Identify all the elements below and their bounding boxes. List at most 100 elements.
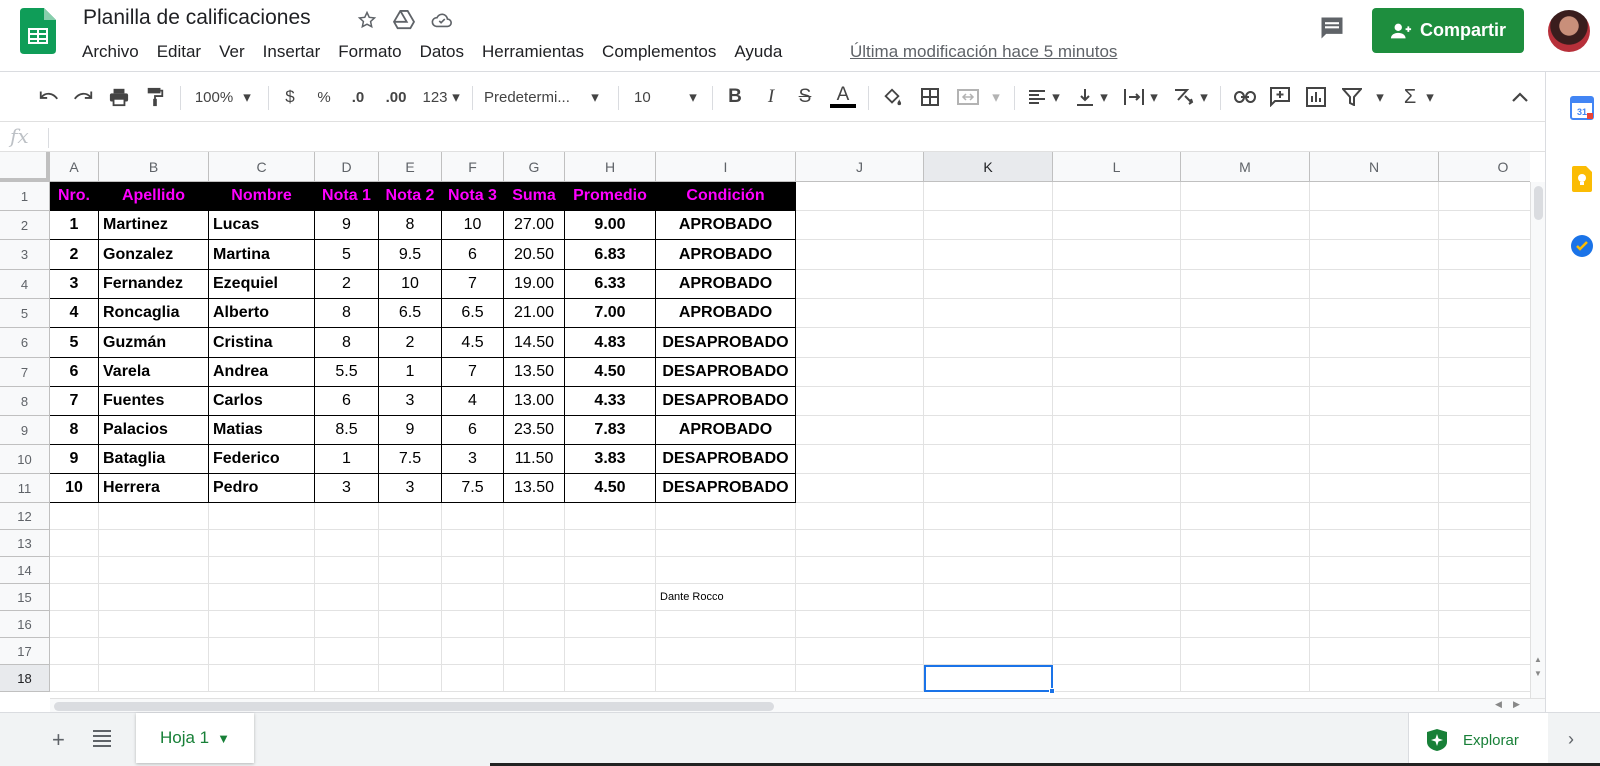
cell-h9[interactable]: 7.83 bbox=[565, 416, 656, 445]
cell-n1[interactable] bbox=[1310, 182, 1439, 211]
cell-o17[interactable] bbox=[1439, 638, 1530, 665]
cell-e4[interactable]: 10 bbox=[379, 270, 442, 299]
cell-m10[interactable] bbox=[1181, 445, 1310, 474]
column-header-o[interactable]: O bbox=[1439, 152, 1530, 182]
increase-decimal-button[interactable]: .00 bbox=[382, 84, 410, 110]
row-header-5[interactable]: 5 bbox=[0, 299, 50, 328]
column-header-h[interactable]: H bbox=[565, 152, 656, 182]
column-header-n[interactable]: N bbox=[1310, 152, 1439, 182]
cell-g8[interactable]: 13.00 bbox=[504, 387, 565, 416]
cell-c18[interactable] bbox=[209, 665, 315, 692]
cell-o8[interactable] bbox=[1439, 387, 1530, 416]
last-modified-link[interactable]: Última modificación hace 5 minutos bbox=[850, 42, 1117, 62]
calendar-icon[interactable]: 31 bbox=[1570, 96, 1594, 120]
cell-d8[interactable]: 6 bbox=[315, 387, 379, 416]
cell-e10[interactable]: 7.5 bbox=[379, 445, 442, 474]
cell-f9[interactable]: 6 bbox=[442, 416, 504, 445]
cell-b13[interactable] bbox=[99, 530, 209, 557]
cell-c5[interactable]: Alberto bbox=[209, 299, 315, 328]
cell-n3[interactable] bbox=[1310, 240, 1439, 270]
cell-o16[interactable] bbox=[1439, 611, 1530, 638]
cell-f8[interactable]: 4 bbox=[442, 387, 504, 416]
cell-n12[interactable] bbox=[1310, 503, 1439, 530]
cell-l5[interactable] bbox=[1053, 299, 1181, 328]
cell-b7[interactable]: Varela bbox=[99, 358, 209, 387]
cell-o7[interactable] bbox=[1439, 358, 1530, 387]
cell-n13[interactable] bbox=[1310, 530, 1439, 557]
cell-e15[interactable] bbox=[379, 584, 442, 611]
cell-i1[interactable]: Condición bbox=[656, 182, 796, 211]
vertical-scrollbar[interactable]: ▲ ▼ bbox=[1530, 182, 1545, 698]
cell-n18[interactable] bbox=[1310, 665, 1439, 692]
cell-o9[interactable] bbox=[1439, 416, 1530, 445]
cell-j11[interactable] bbox=[796, 474, 924, 503]
cell-b6[interactable]: Guzmán bbox=[99, 328, 209, 358]
row-header-16[interactable]: 16 bbox=[0, 611, 50, 638]
cell-g11[interactable]: 13.50 bbox=[504, 474, 565, 503]
cell-i18[interactable] bbox=[656, 665, 796, 692]
cell-e5[interactable]: 6.5 bbox=[379, 299, 442, 328]
cell-o11[interactable] bbox=[1439, 474, 1530, 503]
cell-g14[interactable] bbox=[504, 557, 565, 584]
scroll-right-icon[interactable]: ▶ bbox=[1513, 699, 1520, 710]
cell-a6[interactable]: 5 bbox=[50, 328, 99, 358]
cell-g3[interactable]: 20.50 bbox=[504, 240, 565, 270]
cell-e7[interactable]: 1 bbox=[379, 358, 442, 387]
cell-l15[interactable] bbox=[1053, 584, 1181, 611]
cell-a1[interactable]: Nro. bbox=[50, 182, 99, 211]
cell-g4[interactable]: 19.00 bbox=[504, 270, 565, 299]
cell-e6[interactable]: 2 bbox=[379, 328, 442, 358]
menu-complementos[interactable]: Complementos bbox=[593, 40, 725, 64]
cell-m17[interactable] bbox=[1181, 638, 1310, 665]
formula-input[interactable] bbox=[52, 122, 1532, 152]
cell-m8[interactable] bbox=[1181, 387, 1310, 416]
cell-i15[interactable]: Dante Rocco bbox=[656, 584, 796, 611]
cell-d18[interactable] bbox=[315, 665, 379, 692]
cell-a11[interactable]: 10 bbox=[50, 474, 99, 503]
cell-l13[interactable] bbox=[1053, 530, 1181, 557]
cell-n7[interactable] bbox=[1310, 358, 1439, 387]
explore-button[interactable]: Explorar bbox=[1408, 713, 1548, 766]
cell-o2[interactable] bbox=[1439, 211, 1530, 240]
cell-e13[interactable] bbox=[379, 530, 442, 557]
cell-d15[interactable] bbox=[315, 584, 379, 611]
star-icon[interactable] bbox=[355, 8, 379, 32]
column-header-c[interactable]: C bbox=[209, 152, 315, 182]
cell-o3[interactable] bbox=[1439, 240, 1530, 270]
menu-editar[interactable]: Editar bbox=[148, 40, 210, 64]
chevron-right-icon[interactable]: › bbox=[1568, 729, 1574, 750]
cell-d3[interactable]: 5 bbox=[315, 240, 379, 270]
cell-i11[interactable]: DESAPROBADO bbox=[656, 474, 796, 503]
print-icon[interactable] bbox=[106, 84, 132, 110]
row-header-3[interactable]: 3 bbox=[0, 240, 50, 270]
cell-c10[interactable]: Federico bbox=[209, 445, 315, 474]
cell-m11[interactable] bbox=[1181, 474, 1310, 503]
cell-m9[interactable] bbox=[1181, 416, 1310, 445]
cell-i4[interactable]: APROBADO bbox=[656, 270, 796, 299]
cell-k4[interactable] bbox=[924, 270, 1053, 299]
all-sheets-icon[interactable] bbox=[92, 729, 112, 747]
chevron-down-icon[interactable]: ▾ bbox=[1374, 84, 1386, 110]
cell-b16[interactable] bbox=[99, 611, 209, 638]
row-header-7[interactable]: 7 bbox=[0, 358, 50, 387]
cell-h5[interactable]: 7.00 bbox=[565, 299, 656, 328]
cell-a8[interactable]: 7 bbox=[50, 387, 99, 416]
cell-e12[interactable] bbox=[379, 503, 442, 530]
borders-icon[interactable] bbox=[918, 84, 942, 110]
cell-l2[interactable] bbox=[1053, 211, 1181, 240]
cell-h2[interactable]: 9.00 bbox=[565, 211, 656, 240]
cell-l11[interactable] bbox=[1053, 474, 1181, 503]
cell-j16[interactable] bbox=[796, 611, 924, 638]
paint-format-icon[interactable] bbox=[142, 84, 168, 110]
cell-j4[interactable] bbox=[796, 270, 924, 299]
row-header-14[interactable]: 14 bbox=[0, 557, 50, 584]
cell-f16[interactable] bbox=[442, 611, 504, 638]
row-header-10[interactable]: 10 bbox=[0, 445, 50, 474]
cell-a3[interactable]: 2 bbox=[50, 240, 99, 270]
vertical-scroll-thumb[interactable] bbox=[1534, 186, 1543, 220]
cell-d14[interactable] bbox=[315, 557, 379, 584]
cell-m2[interactable] bbox=[1181, 211, 1310, 240]
cell-e16[interactable] bbox=[379, 611, 442, 638]
cell-j13[interactable] bbox=[796, 530, 924, 557]
cell-h17[interactable] bbox=[565, 638, 656, 665]
